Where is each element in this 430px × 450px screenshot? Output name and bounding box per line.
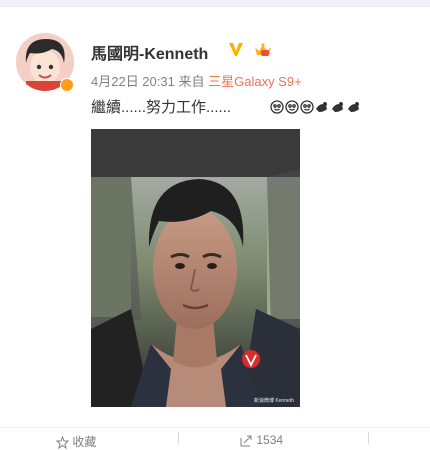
- vip-v-icon[interactable]: [228, 41, 244, 57]
- post-meta: 4月22日 20:31 来自 三星Galaxy S9+: [91, 71, 302, 90]
- top-divider: [0, 0, 430, 7]
- smile-emoji-icon: [270, 100, 359, 114]
- action-divider: [178, 432, 179, 444]
- post-text: 繼續......努力工作......: [91, 99, 232, 116]
- action-bar: 收藏 1534: [0, 427, 430, 450]
- star-icon: [56, 436, 69, 450]
- share-count: 1534: [256, 433, 284, 447]
- emoji-row: [270, 100, 372, 119]
- share-button[interactable]: 1534: [240, 433, 283, 447]
- post-date[interactable]: 4月22日 20:31: [91, 74, 175, 89]
- image-watermark: 新浪微博 Kenneth: [253, 398, 294, 404]
- source-device[interactable]: 三星Galaxy S9+: [208, 74, 302, 89]
- source-prefix: 来自: [178, 74, 205, 89]
- weibo-member-crown-icon[interactable]: [253, 42, 273, 58]
- post-image[interactable]: 新浪微博 Kenneth: [91, 129, 300, 407]
- author-name[interactable]: 馬國明-Kenneth: [91, 40, 208, 64]
- share-icon: [240, 435, 252, 447]
- action-divider: [368, 432, 369, 444]
- avatar-verified-badge-icon: [60, 78, 74, 92]
- favorite-label: 收藏: [72, 435, 97, 449]
